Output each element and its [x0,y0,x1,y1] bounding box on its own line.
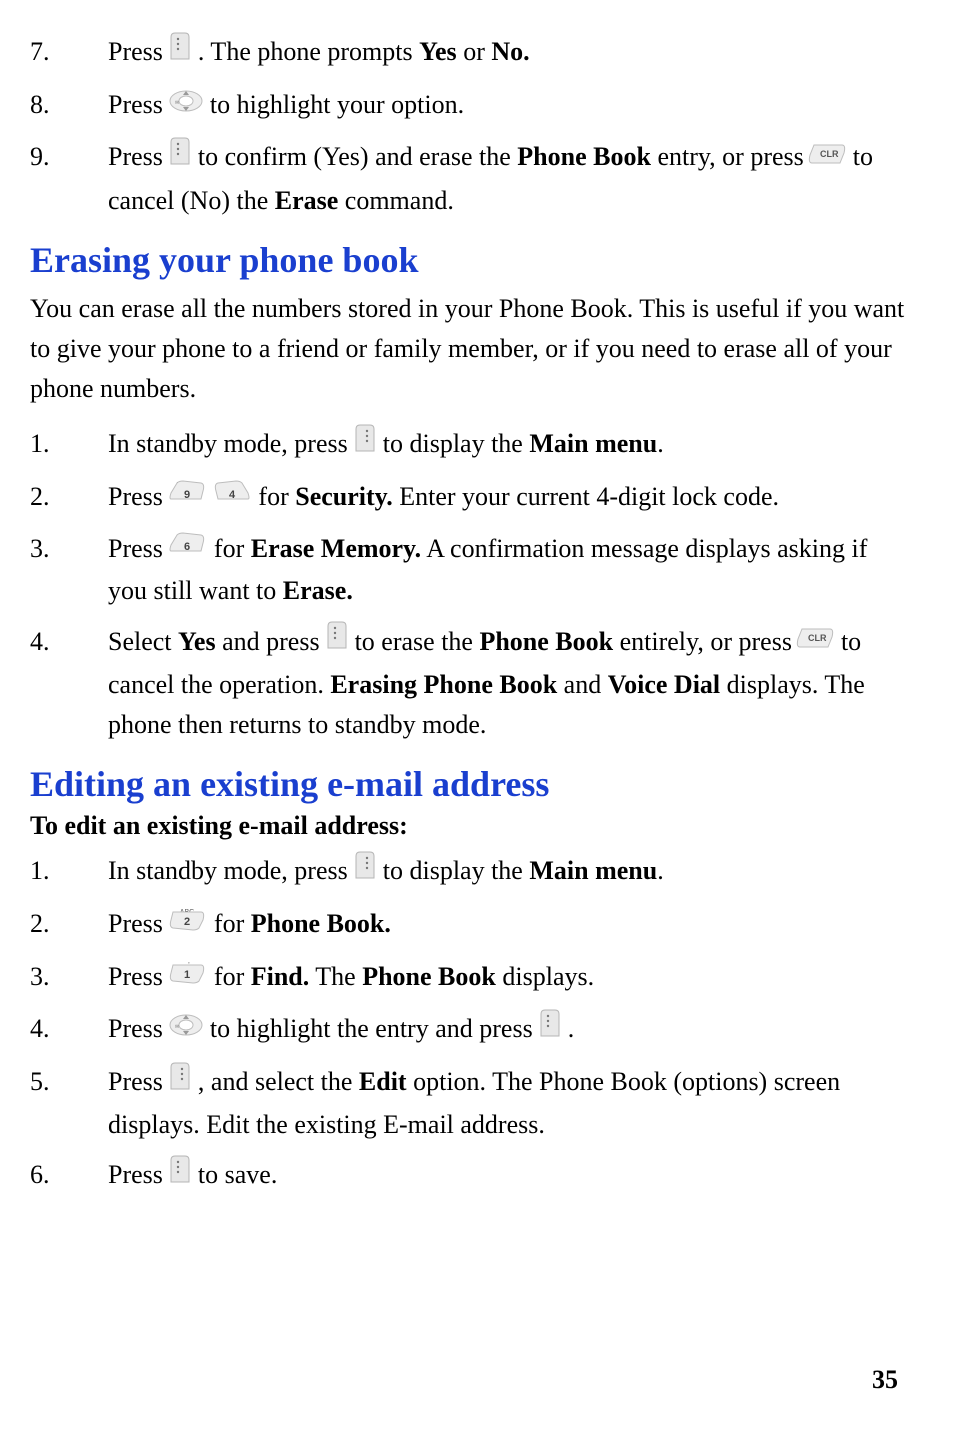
list-body: Press , and select the Edit option. The … [108,1062,910,1145]
bold-text: Main menu [529,856,657,885]
clr-key-icon: CLR [810,137,846,177]
list-number: 1. [30,424,108,464]
list-body: Press MNO6 for Erase Memory. A confirmat… [108,529,910,611]
bold-text: Yes [419,37,457,66]
nav-icon: ✉ [169,85,203,125]
list-body: Press . The phone prompts Yes or No. [108,32,910,75]
list-item: 1.In standby mode, press to display the … [30,851,910,894]
bold-text: Security. [295,482,393,511]
list-body: Press ✉ to highlight your option. [108,85,910,127]
bold-text: Edit [359,1067,407,1096]
edit-list: 1.In standby mode, press to display the … [30,851,910,1198]
bold-text: No. [491,37,529,66]
list-number: 1. [30,851,108,891]
bold-text: Phone Book. [251,909,391,938]
list-number: 6. [30,1155,108,1195]
bold-text: Voice Dial [608,670,720,699]
para-erasing: You can erase all the numbers stored in … [30,289,910,410]
bold-text: Phone Book [362,962,496,991]
list-number: 4. [30,1009,108,1049]
soft-left-icon [354,423,376,465]
list-item: 9.Press to confirm (Yes) and erase the P… [30,137,910,220]
nav-icon: ✉ [169,1009,203,1049]
list-body: Press to confirm (Yes) and erase the Pho… [108,137,910,220]
bold-text: Yes [178,627,216,656]
erase-list: 1.In standby mode, press to display the … [30,424,910,746]
soft-right-icon [539,1008,561,1050]
list-number: 2. [30,904,108,944]
list-body: Press to save. [108,1155,910,1198]
svg-text:✉: ✉ [175,100,179,106]
page-number: 35 [872,1365,898,1395]
bold-text: Phone Book [479,627,613,656]
soft-right-icon [169,136,191,178]
key2-icon: ABC2 [169,904,207,944]
list-number: 3. [30,529,108,569]
list-body: Press ABC2 for Phone Book. [108,904,910,946]
list-number: 5. [30,1062,108,1102]
soft-left-icon [354,850,376,892]
list-item: 3.Press _'1 for Find. The Phone Book dis… [30,957,910,999]
bold-text: Erase. [283,576,353,605]
clr-key-icon: CLR [798,621,834,661]
list-body: In standby mode, press to display the Ma… [108,851,910,894]
key1-icon: _'1 [169,957,207,997]
key6-icon: MNO6 [169,529,207,569]
soft-right-icon [169,1154,191,1196]
list-number: 9. [30,137,108,177]
svg-text:1: 1 [184,969,190,981]
key4-icon: GHI4 [214,477,252,517]
bold-text: Erase Memory. [251,534,421,563]
list-body: Press ✉ to highlight the entry and press… [108,1009,910,1052]
heading-editing: Editing an existing e-mail address [30,763,910,805]
list-item: 2.Press WXYZ9 GHI4 for Security. Enter y… [30,477,910,519]
heading-erasing: Erasing your phone book [30,239,910,281]
list-number: 2. [30,477,108,517]
list-item: 1.In standby mode, press to display the … [30,424,910,467]
top-list: 7.Press . The phone prompts Yes or No.8.… [30,32,910,221]
bold-text: Erasing Phone Book [330,670,557,699]
svg-text:4: 4 [229,489,236,501]
soft-left-icon [169,1061,191,1103]
list-body: Press _'1 for Find. The Phone Book displ… [108,957,910,999]
list-item: 5.Press , and select the Edit option. Th… [30,1062,910,1145]
bold-text: Phone Book [517,142,651,171]
svg-text:2: 2 [184,916,190,928]
list-body: Select Yes and press to erase the Phone … [108,622,910,746]
soft-right-icon [326,620,348,662]
svg-text:9: 9 [184,489,190,501]
list-item: 7.Press . The phone prompts Yes or No. [30,32,910,75]
svg-text:6: 6 [184,541,190,553]
bold-text: Find. [251,962,310,991]
list-number: 4. [30,622,108,662]
bold-text: Main menu [529,429,657,458]
list-number: 8. [30,85,108,125]
list-body: Press WXYZ9 GHI4 for Security. Enter you… [108,477,910,519]
bold-text: Erase [275,186,339,215]
list-item: 2.Press ABC2 for Phone Book. [30,904,910,946]
list-number: 3. [30,957,108,997]
list-item: 3.Press MNO6 for Erase Memory. A confirm… [30,529,910,611]
svg-text:CLR: CLR [808,633,827,643]
svg-text:✉: ✉ [175,1024,179,1030]
subhead-editing: To edit an existing e-mail address: [30,811,910,841]
key9-icon: WXYZ9 [169,477,207,517]
soft-right-icon [169,31,191,73]
list-item: 8.Press ✉ to highlight your option. [30,85,910,127]
list-number: 7. [30,32,108,72]
list-item: 6.Press to save. [30,1155,910,1198]
svg-text:CLR: CLR [820,149,839,159]
list-body: In standby mode, press to display the Ma… [108,424,910,467]
list-item: 4.Press ✉ to highlight the entry and pre… [30,1009,910,1052]
list-item: 4.Select Yes and press to erase the Phon… [30,622,910,746]
